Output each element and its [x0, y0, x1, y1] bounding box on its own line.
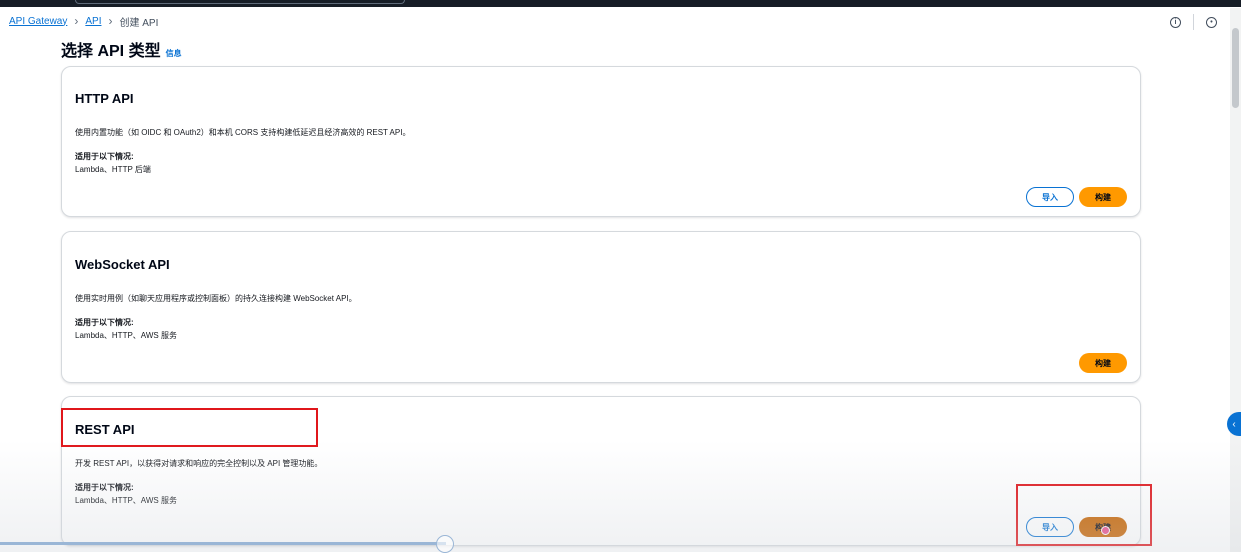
use-case-value: Lambda、HTTP、AWS 服务 — [75, 496, 177, 505]
video-progress-knob[interactable] — [436, 535, 454, 553]
use-case-heading: 适用于以下情况: — [75, 483, 134, 492]
info-circle-icon[interactable]: i — [1170, 16, 1181, 28]
search-box-edge[interactable] — [75, 0, 405, 4]
mouse-cursor — [1101, 526, 1110, 535]
card-title: HTTP API — [75, 91, 134, 106]
import-button[interactable]: 导入 — [1026, 187, 1074, 207]
use-case-heading: 适用于以下情况: — [75, 318, 134, 327]
info-link[interactable]: 信息 — [166, 48, 182, 59]
page-title: 选择 API 类型 — [61, 43, 161, 60]
card-websocket-api: WebSocket API 使用实时用例（如聊天应用程序或控制面板）的持久连接构… — [61, 231, 1141, 383]
breadcrumb-api-gateway[interactable]: API Gateway — [9, 16, 67, 27]
chevron-right-icon: › — [108, 14, 113, 28]
use-case-heading: 适用于以下情况: — [75, 152, 134, 161]
page-header: 选择 API 类型 信息 — [61, 37, 182, 61]
highlight-rest-api-title — [61, 408, 318, 447]
chevron-right-icon: › — [74, 14, 79, 28]
highlight-build-button — [1016, 484, 1152, 546]
gear-circle-icon[interactable]: • — [1206, 16, 1217, 28]
card-description: 使用实时用例（如聊天应用程序或控制面板）的持久连接构建 WebSocket AP… — [75, 294, 357, 303]
card-title: WebSocket API — [75, 257, 170, 272]
use-case-value: Lambda、HTTP 后端 — [75, 165, 151, 174]
video-progress-bar[interactable] — [0, 542, 446, 545]
build-button[interactable]: 构建 — [1079, 353, 1127, 373]
card-description: 使用内置功能（如 OIDC 和 OAuth2）和本机 CORS 支持构建低延迟且… — [75, 128, 411, 137]
build-button[interactable]: 构建 — [1079, 187, 1127, 207]
divider — [1193, 14, 1194, 30]
scrollbar[interactable] — [1230, 8, 1241, 552]
use-case-value: Lambda、HTTP、AWS 服务 — [75, 331, 177, 340]
card-http-api: HTTP API 使用内置功能（如 OIDC 和 OAuth2）和本机 CORS… — [61, 66, 1141, 217]
breadcrumb-current: 创建 API — [119, 17, 159, 29]
scrollbar-thumb[interactable] — [1232, 28, 1239, 108]
top-nav-bar — [0, 0, 1241, 7]
card-description: 开发 REST API，以获得对请求和响应的完全控制以及 API 管理功能。 — [75, 459, 323, 468]
header-tools: i • — [1170, 14, 1217, 30]
breadcrumb-api[interactable]: API — [85, 16, 101, 27]
breadcrumb: API Gateway › API › 创建 API — [9, 14, 159, 29]
